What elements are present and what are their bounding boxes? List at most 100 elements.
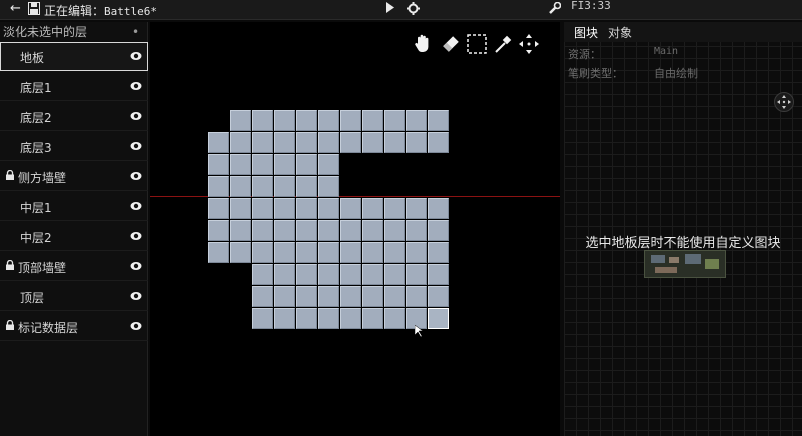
floor-tile[interactable] xyxy=(274,264,295,285)
eye-visibility-icon[interactable] xyxy=(130,171,142,181)
floor-tile[interactable] xyxy=(362,286,383,307)
select-rect-tool-icon[interactable] xyxy=(466,32,488,56)
floor-tile[interactable] xyxy=(230,220,251,241)
back-arrow-icon[interactable]: ← xyxy=(10,2,21,16)
map-canvas[interactable] xyxy=(150,22,560,436)
eye-visibility-icon[interactable] xyxy=(130,141,142,151)
floor-tile[interactable] xyxy=(252,176,273,197)
floor-tile[interactable] xyxy=(252,132,273,153)
floor-tile[interactable] xyxy=(406,198,427,219)
floor-tile[interactable] xyxy=(384,132,405,153)
floor-tile[interactable] xyxy=(252,286,273,307)
floor-tile[interactable] xyxy=(428,132,449,153)
floor-tile[interactable] xyxy=(318,242,339,263)
save-disk-icon[interactable] xyxy=(28,2,40,19)
floor-tile[interactable] xyxy=(428,242,449,263)
floor-tile[interactable] xyxy=(362,132,383,153)
layer-row[interactable]: 中层2 xyxy=(0,222,148,251)
floor-tile[interactable] xyxy=(362,264,383,285)
floor-tile[interactable] xyxy=(384,308,405,329)
floor-tile[interactable] xyxy=(318,220,339,241)
tab-objects[interactable]: 对象 xyxy=(608,24,632,41)
floor-tile[interactable] xyxy=(384,242,405,263)
floor-tile[interactable] xyxy=(362,242,383,263)
floor-tile[interactable] xyxy=(406,242,427,263)
floor-tile[interactable] xyxy=(318,110,339,131)
floor-tile[interactable] xyxy=(252,198,273,219)
lock-icon[interactable] xyxy=(5,170,15,180)
floor-tile[interactable] xyxy=(296,242,317,263)
floor-tile[interactable] xyxy=(296,132,317,153)
fade-unselected-toggle[interactable]: 淡化未选中的层 • xyxy=(0,22,148,42)
floor-tile[interactable] xyxy=(296,154,317,175)
floor-tile[interactable] xyxy=(296,308,317,329)
layer-row[interactable]: 底层2 xyxy=(0,102,148,131)
floor-tile[interactable] xyxy=(318,132,339,153)
floor-tile[interactable] xyxy=(340,308,361,329)
eye-visibility-icon[interactable] xyxy=(130,291,142,301)
layer-row[interactable]: 中层1 xyxy=(0,192,148,221)
play-icon[interactable] xyxy=(386,2,394,17)
source-row[interactable]: 资源： Main xyxy=(568,46,802,61)
floor-tile[interactable] xyxy=(406,264,427,285)
brush-type-value[interactable]: 自由绘制 xyxy=(654,65,698,81)
floor-tile[interactable] xyxy=(274,242,295,263)
floor-tile[interactable] xyxy=(252,242,273,263)
lock-icon[interactable] xyxy=(5,320,15,330)
floor-tile[interactable] xyxy=(296,286,317,307)
floor-tile[interactable] xyxy=(406,110,427,131)
floor-tile[interactable] xyxy=(252,154,273,175)
floor-tile[interactable] xyxy=(428,198,449,219)
floor-tile[interactable] xyxy=(230,154,251,175)
floor-tile[interactable] xyxy=(252,264,273,285)
layer-row[interactable]: 地板 xyxy=(0,42,148,71)
floor-tile[interactable] xyxy=(230,110,251,131)
layer-row[interactable]: 底层3 xyxy=(0,132,148,161)
floor-tile[interactable] xyxy=(296,220,317,241)
floor-tile[interactable] xyxy=(362,110,383,131)
floor-tile[interactable] xyxy=(340,264,361,285)
floor-tile[interactable] xyxy=(428,286,449,307)
floor-tile[interactable] xyxy=(384,264,405,285)
floor-tile[interactable] xyxy=(274,154,295,175)
floor-tile[interactable] xyxy=(384,220,405,241)
floor-tile[interactable] xyxy=(428,110,449,131)
floor-tile[interactable] xyxy=(230,132,251,153)
eye-visibility-icon[interactable] xyxy=(130,111,142,121)
source-value[interactable]: Main xyxy=(654,46,678,57)
floor-tile[interactable] xyxy=(208,198,229,219)
floor-tile[interactable] xyxy=(406,286,427,307)
center-tileset-icon[interactable] xyxy=(774,92,794,112)
eye-visibility-icon[interactable] xyxy=(130,201,142,211)
floor-tile[interactable] xyxy=(362,220,383,241)
floor-tile[interactable] xyxy=(318,154,339,175)
center-view-icon[interactable] xyxy=(518,32,540,56)
floor-tile[interactable] xyxy=(296,176,317,197)
floor-tile[interactable] xyxy=(208,220,229,241)
floor-tile[interactable] xyxy=(230,198,251,219)
floor-tile[interactable] xyxy=(230,176,251,197)
eye-visibility-icon[interactable] xyxy=(130,231,142,241)
brush-type-row[interactable]: 笔刷类型： 自由绘制 xyxy=(568,65,802,81)
eyedropper-tool-icon[interactable] xyxy=(492,32,514,56)
layer-row[interactable]: 顶层 xyxy=(0,282,148,311)
floor-tile[interactable] xyxy=(208,132,229,153)
floor-tile[interactable] xyxy=(252,308,273,329)
floor-tile[interactable] xyxy=(208,242,229,263)
floor-tile[interactable] xyxy=(318,198,339,219)
floor-tile[interactable] xyxy=(384,198,405,219)
eye-visibility-icon[interactable] xyxy=(130,81,142,91)
floor-tile[interactable] xyxy=(296,198,317,219)
floor-tile[interactable] xyxy=(428,264,449,285)
floor-tile[interactable] xyxy=(296,264,317,285)
floor-tile[interactable] xyxy=(406,220,427,241)
floor-tile[interactable] xyxy=(274,308,295,329)
eye-visibility-icon[interactable] xyxy=(130,321,142,331)
eraser-tool-icon[interactable] xyxy=(440,32,462,56)
eye-visibility-icon[interactable] xyxy=(130,261,142,271)
floor-tile[interactable] xyxy=(230,242,251,263)
layer-row[interactable]: 标记数据层 xyxy=(0,312,148,341)
fade-toggle-dot[interactable]: • xyxy=(132,22,139,42)
floor-tile[interactable] xyxy=(252,110,273,131)
floor-tile[interactable] xyxy=(274,132,295,153)
